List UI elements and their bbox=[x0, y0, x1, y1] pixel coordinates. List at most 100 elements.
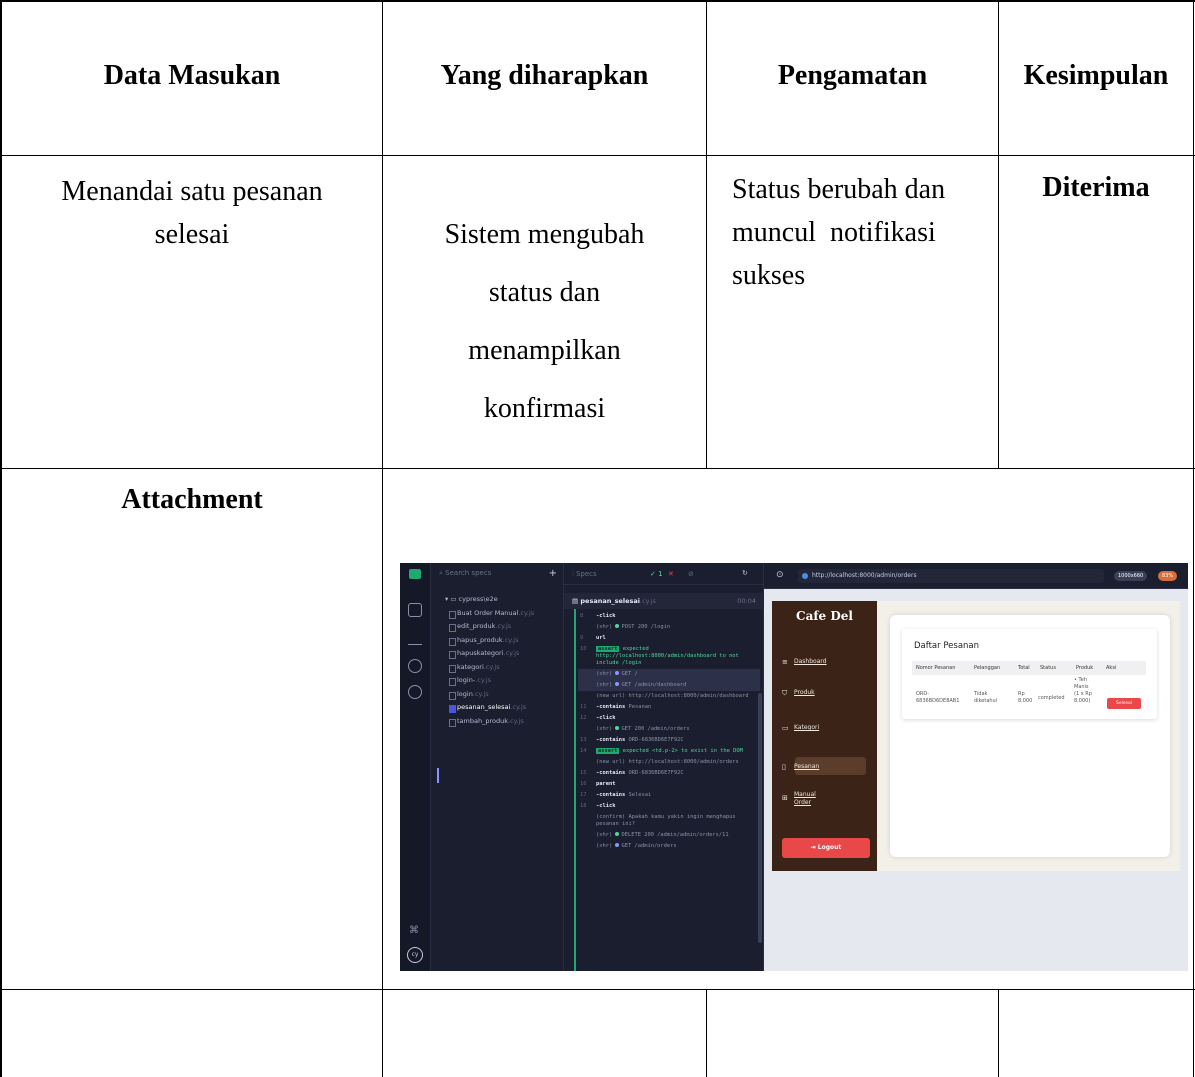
command-row[interactable]: (new url) http://localhost:8000/admin/or… bbox=[578, 757, 760, 768]
nav-dashboard[interactable]: ≡ Dashboard bbox=[782, 658, 827, 666]
settings-icon[interactable] bbox=[408, 685, 422, 699]
input-text-line: selesai bbox=[154, 219, 230, 251]
order-products: • Teh Manis (1 x Rp 8.000) bbox=[1074, 677, 1092, 704]
admin-app: Cafe Del ≡ Dashboard ⛉ Produk ▭ Kategori ▯ P… bbox=[772, 601, 1180, 871]
input-text-line: Menandai satu pesanan bbox=[61, 176, 323, 207]
command-log-scrollbar[interactable] bbox=[758, 693, 762, 943]
command-row[interactable]: 14 assert expected <td.p-2> to exist in t… bbox=[578, 746, 760, 757]
command-row[interactable]: (xhr) GET /admin/orders bbox=[578, 841, 760, 852]
command-row[interactable]: (new url) http://localhost:8000/admin/da… bbox=[578, 691, 760, 702]
nav-pesanan[interactable]: ▯ Pesanan bbox=[782, 763, 819, 771]
running-spec-file: ▤ pesanan_selesai.cy.js 00:04 bbox=[564, 593, 764, 609]
pass-count: ✓ 1 bbox=[650, 570, 663, 578]
main-content: Daftar Pesanan Nomor Pesanan Pelanggan T… bbox=[890, 615, 1170, 857]
conclusion-text: Diterima bbox=[1042, 172, 1150, 203]
input-cell: Menandai satu pesanan selesai bbox=[2, 170, 382, 257]
cypress-logo-icon bbox=[409, 569, 421, 579]
specs-search-placeholder: Search specs bbox=[445, 569, 492, 577]
admin-sidebar: Cafe Del ≡ Dashboard ⛉ Produk ▭ Kategori ▯ P… bbox=[772, 601, 877, 871]
command-row[interactable]: (xhr) POST 200 /login bbox=[578, 622, 760, 633]
observation-cell: Status berubah dan muncul notifikasi suk… bbox=[732, 168, 982, 297]
row-divider bbox=[0, 989, 1195, 990]
runs-icon[interactable] bbox=[408, 631, 422, 645]
observation-text-line: muncul notifikasi bbox=[732, 217, 936, 248]
command-row[interactable]: 13 -contains ORD-6836BD6E7F92C bbox=[578, 735, 760, 746]
observation-text-line: Status berubah dan bbox=[732, 174, 946, 205]
zoom-badge: 83% bbox=[1158, 571, 1178, 581]
nav-kategori[interactable]: ▭ Kategori bbox=[782, 724, 819, 732]
url-field[interactable]: http://localhost:8000/admin/orders bbox=[798, 569, 1104, 583]
expected-text-line: Sistem mengubah bbox=[444, 219, 645, 250]
command-row[interactable]: 10 assert expected http://localhost:8000/… bbox=[578, 644, 760, 669]
expected-text-line: menampilkan bbox=[468, 335, 621, 366]
row-divider bbox=[0, 155, 1195, 156]
order-customer: Tidak diketahui bbox=[974, 691, 998, 704]
selector-playground-icon[interactable]: ⊙ bbox=[776, 570, 784, 580]
reload-icon[interactable]: ↻ bbox=[742, 569, 748, 577]
header-yang-diharapkan: Yang diharapkan bbox=[440, 60, 649, 91]
spec-file[interactable]: edit_produk.cy.js bbox=[431, 620, 564, 634]
cypress-sidebar-rail: ⌘ cy bbox=[400, 563, 431, 971]
specs-tab[interactable]: ⫶ Specs bbox=[572, 570, 597, 579]
command-row[interactable]: 8 -click bbox=[578, 611, 760, 622]
pending-icon: ⊘ bbox=[688, 570, 694, 578]
order-total: Rp 8.000 bbox=[1018, 691, 1033, 704]
expected-text-line: status dan bbox=[488, 277, 601, 308]
nav-produk[interactable]: ⛉ Produk bbox=[782, 689, 815, 697]
col-divider bbox=[1193, 0, 1194, 1077]
command-row[interactable]: 12 -click bbox=[578, 713, 760, 724]
command-row[interactable]: 18 -click bbox=[578, 801, 760, 812]
column-header: Produk bbox=[1076, 665, 1094, 671]
command-log-panel: ⫶ Specs ✓ 1 ✕ ⊘ ↻ ▤ pesanan_selesai.cy.j… bbox=[564, 563, 764, 971]
command-row[interactable]: (xhr) GET /admin/dashboard bbox=[578, 680, 760, 691]
col-divider bbox=[998, 989, 999, 1077]
command-row[interactable]: (confirm) Apakah kamu yakin ingin mengha… bbox=[578, 812, 760, 830]
command-row[interactable]: (xhr) GET / bbox=[578, 669, 760, 680]
orders-card: Daftar Pesanan Nomor Pesanan Pelanggan T… bbox=[902, 629, 1157, 719]
orders-table-header: Nomor Pesanan Pelanggan Total Status Pro… bbox=[912, 661, 1146, 675]
column-header: Status bbox=[1040, 665, 1056, 671]
spec-file[interactable]: tambah_produk.cy.js bbox=[431, 715, 564, 729]
expected-text-line: konfirmasi bbox=[483, 393, 606, 424]
spec-folder-label: cypress\e2e bbox=[458, 595, 498, 603]
header-kesimpulan: Kesimpulan bbox=[1023, 60, 1169, 91]
runner-header: ⫶ Specs ✓ 1 ✕ ⊘ ↻ bbox=[564, 563, 764, 585]
header-data-masukan: Data Masukan bbox=[103, 60, 281, 91]
command-row[interactable]: (xhr) DELETE 200 /admin/admin/orders/11 bbox=[578, 830, 760, 841]
cart-icon: ⛉ bbox=[782, 689, 788, 697]
command-row[interactable]: 15 -contains ORD-6836BD6E7F92C bbox=[578, 768, 760, 779]
spec-file[interactable]: hapus_produk.cy.js bbox=[431, 634, 564, 648]
nav-manual-order[interactable]: ⊞ Manual Order bbox=[782, 791, 816, 807]
spec-file[interactable]: login.cy.js bbox=[431, 688, 564, 702]
spec-tree: ▾ ▭ cypress\e2e Buat Order Manual.cy.js … bbox=[431, 593, 564, 728]
cypress-cy-icon: cy bbox=[407, 947, 423, 963]
command-row[interactable]: 11 -contains Pesanan bbox=[578, 702, 760, 713]
table-border-left bbox=[0, 0, 2, 1077]
add-spec-icon[interactable]: + bbox=[549, 568, 557, 579]
spec-file[interactable]: login-.cy.js bbox=[431, 674, 564, 688]
specs-panel: ⌕ Search specs + ▾ ▭ cypress\e2e Buat Or… bbox=[431, 563, 564, 971]
command-row[interactable]: 16 parent bbox=[578, 779, 760, 790]
spec-file[interactable]: kategori.cy.js bbox=[431, 661, 564, 675]
spec-file-active[interactable]: pesanan_selesai.cy.js bbox=[431, 701, 564, 715]
spec-file[interactable]: hapuskategori.cy.js bbox=[431, 647, 564, 661]
app-preview: ⊙ http://localhost:8000/admin/orders 100… bbox=[764, 563, 1188, 971]
command-row[interactable]: (xhr) GET 200 /admin/orders bbox=[578, 724, 760, 735]
folder-icon: ▭ bbox=[782, 724, 789, 732]
command-row[interactable]: 17 -contains Selesai bbox=[578, 790, 760, 801]
logout-button[interactable]: ⇥ Logout bbox=[782, 838, 870, 858]
column-header: Pelanggan bbox=[974, 665, 1001, 671]
keyboard-shortcut-icon[interactable]: ⌘ bbox=[409, 925, 419, 936]
command-row[interactable]: 9 url bbox=[578, 633, 760, 644]
expected-cell: Sistem mengubah status dan menampilkan k… bbox=[383, 206, 706, 438]
orders-icon: ▯ bbox=[782, 763, 786, 771]
order-status: completed bbox=[1038, 695, 1065, 701]
table-border-top bbox=[0, 0, 1195, 2]
specs-search-input[interactable]: ⌕ Search specs bbox=[439, 569, 544, 583]
spec-folder[interactable]: ▾ ▭ cypress\e2e bbox=[431, 593, 564, 607]
specs-icon[interactable] bbox=[408, 603, 422, 617]
debug-icon[interactable] bbox=[408, 659, 422, 673]
selesai-button[interactable]: Selesai bbox=[1107, 698, 1141, 709]
url-bar: ⊙ http://localhost:8000/admin/orders 100… bbox=[764, 563, 1188, 589]
spec-file[interactable]: Buat Order Manual.cy.js bbox=[431, 607, 564, 621]
